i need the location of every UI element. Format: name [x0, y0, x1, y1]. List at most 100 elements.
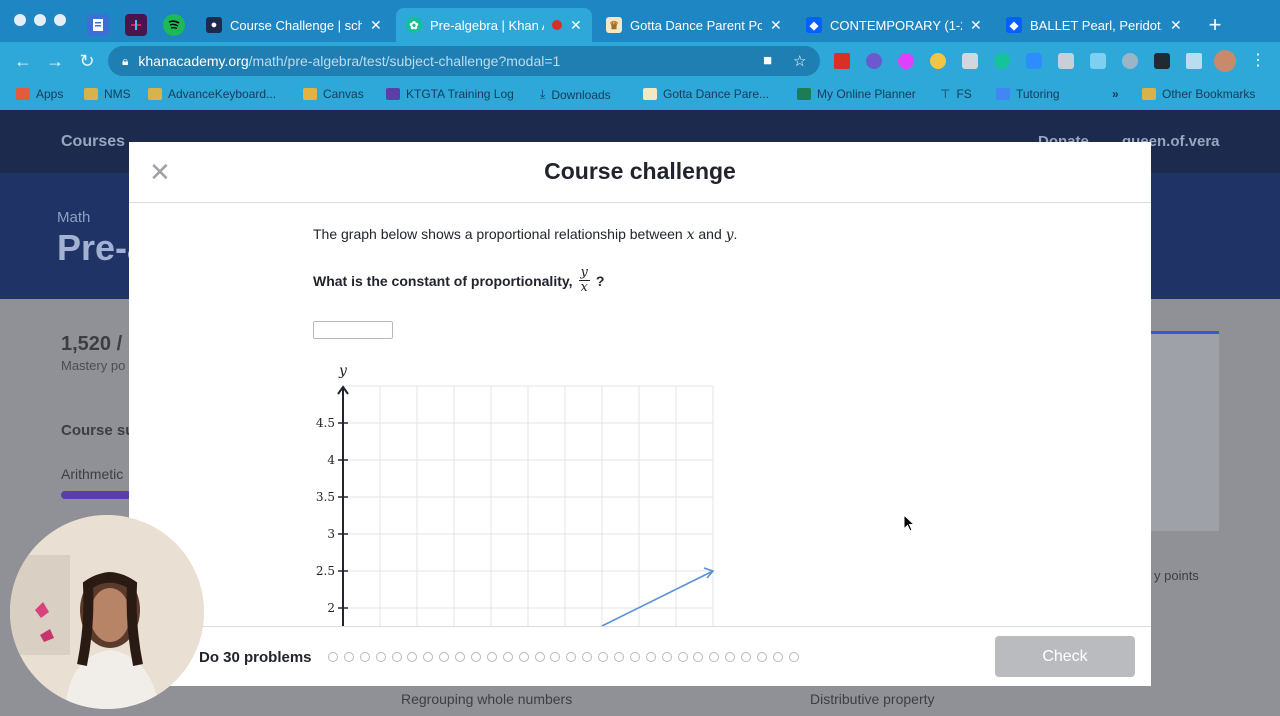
problem-progress-dot	[518, 652, 529, 662]
reading-list-icon[interactable]	[1186, 53, 1202, 69]
problem-progress-dot	[629, 652, 640, 662]
course-challenge-modal: ✕ Course challenge The graph below shows…	[129, 142, 1151, 686]
url-path: /math/pre-algebra/test/subject-challenge…	[248, 53, 561, 69]
more-bookmarks-chevron-icon[interactable]: »	[1112, 87, 1119, 101]
trophy-icon	[643, 88, 657, 100]
bookmark-other[interactable]: Other Bookmarks	[1142, 87, 1255, 101]
forward-arrow-icon[interactable]: →	[45, 51, 65, 72]
side-card	[1151, 331, 1219, 531]
address-bar[interactable]: 🔒︎ khanacademy.org/math/pre-algebra/test…	[108, 46, 820, 76]
bookmark-apps[interactable]: Apps	[16, 87, 63, 101]
extension-icon[interactable]	[1122, 53, 1138, 69]
fraction-y-over-x: y x	[578, 266, 590, 295]
tab-pre-algebra[interactable]: ✿ Pre-algebra | Khan Acad ✕	[396, 8, 592, 42]
problem-progress-dot	[328, 652, 338, 662]
bookmark-label: NMS	[104, 87, 131, 101]
ask-text: What is the constant of proportionality,	[313, 272, 573, 289]
mouse-cursor-icon	[903, 514, 916, 532]
unit-arithmetic[interactable]: Arithmetic	[61, 466, 123, 482]
problem-progress-dot	[645, 652, 656, 662]
close-tab-icon[interactable]: ✕	[370, 17, 382, 34]
check-button[interactable]: Check	[995, 636, 1135, 677]
extension-icon[interactable]	[866, 53, 882, 69]
fraction-denominator: x	[580, 280, 588, 295]
planner-icon	[797, 88, 811, 100]
bookmark-tutoring[interactable]: Tutoring	[996, 87, 1060, 101]
modal-footer: Do 30 problems Check	[129, 626, 1151, 686]
unit-distributive[interactable]: Distributive property	[810, 691, 935, 707]
tutoring-icon	[996, 88, 1010, 100]
problem-progress-dot	[534, 652, 545, 662]
bookmark-fs[interactable]: ⊤ FS	[940, 87, 972, 101]
spotify-pinned-tab-icon[interactable]	[163, 14, 185, 36]
reload-icon[interactable]: ↻	[77, 51, 97, 72]
question-prefix: The graph below shows a proportional rel…	[313, 226, 683, 242]
tab-title: Gotta Dance Parent Port	[630, 17, 762, 33]
tab-gotta-dance[interactable]: ♛ Gotta Dance Parent Port ✕	[596, 8, 792, 42]
y-tick-label: 4	[327, 453, 335, 467]
bookmarks-bar: Apps NMS AdvanceKeyboard... Canvas KTGTA…	[0, 80, 1280, 110]
close-tab-icon[interactable]: ✕	[570, 17, 582, 34]
extension-icon[interactable]	[1090, 53, 1106, 69]
problem-progress-dot	[343, 652, 354, 662]
course-summary-heading: Course su	[61, 422, 135, 439]
zoom-extension-icon[interactable]	[1026, 53, 1042, 69]
grammarly-extension-icon[interactable]	[994, 53, 1010, 69]
problem-progress-dot	[375, 652, 386, 662]
new-tab-button[interactable]: +	[1203, 14, 1227, 38]
extension-icon[interactable]	[962, 53, 978, 69]
back-arrow-icon[interactable]: ←	[13, 51, 33, 72]
canvas-icon	[303, 88, 317, 100]
docs-pinned-tab-icon[interactable]	[87, 14, 109, 36]
points-label: y points	[1154, 568, 1199, 583]
bookmark-gotta-dance[interactable]: Gotta Dance Pare...	[643, 87, 769, 101]
problem-progress-dot	[741, 652, 752, 662]
bookmark-advance-keyboard[interactable]: AdvanceKeyboard...	[148, 87, 276, 101]
bookmark-downloads[interactable]: ⤓ Downloads	[540, 87, 611, 102]
khan-academy-favicon-icon: ✿	[406, 17, 422, 33]
minimize-window-icon[interactable]	[34, 14, 46, 26]
download-icon: ⤓	[540, 87, 546, 101]
bookmark-canvas[interactable]: Canvas	[303, 87, 364, 101]
problem-progress-dot	[709, 652, 720, 662]
close-tab-icon[interactable]: ✕	[1170, 17, 1182, 34]
emoji-extension-icon[interactable]	[930, 53, 946, 69]
camera-icon[interactable]: ■	[763, 52, 772, 69]
extension-icon[interactable]	[1058, 53, 1074, 69]
dropbox-favicon-icon: ◆	[1006, 17, 1022, 33]
problem-count-label: Do 30 problems	[199, 649, 312, 666]
courses-nav[interactable]: Courses	[61, 133, 125, 151]
slack-pinned-tab-icon[interactable]	[125, 14, 147, 36]
puzzle-extensions-icon[interactable]	[1154, 53, 1170, 69]
tab-contemporary[interactable]: ◆ CONTEMPORARY (1-2-3) ✕	[796, 8, 992, 42]
bookmark-nms[interactable]: NMS	[84, 87, 131, 101]
problem-progress-dot	[455, 652, 466, 662]
ask-suffix: ?	[595, 272, 605, 289]
apps-grid-icon	[16, 88, 30, 100]
bookmark-star-icon[interactable]: ☆	[793, 52, 806, 70]
pen-extension-icon[interactable]	[834, 53, 850, 69]
variable-y: y	[725, 227, 734, 243]
y-tick-label: 2.5	[316, 564, 335, 578]
menu-dots-icon[interactable]: ⋮	[1250, 50, 1266, 70]
problem-progress-dot	[502, 652, 513, 662]
problem-progress-dot	[661, 652, 672, 662]
modal-title: Course challenge	[544, 158, 736, 184]
extension-icon[interactable]	[898, 53, 914, 69]
recording-indicator-icon	[552, 20, 562, 30]
bookmark-training-log[interactable]: KTGTA Training Log	[386, 87, 514, 101]
question-ask: What is the constant of proportionality,…	[313, 266, 604, 295]
bookmark-label: Downloads	[551, 87, 611, 102]
close-window-icon[interactable]	[14, 14, 26, 26]
profile-avatar-icon[interactable]	[1214, 50, 1236, 72]
problem-progress-dot	[391, 652, 402, 662]
close-tab-icon[interactable]: ✕	[970, 17, 982, 34]
zoom-window-icon[interactable]	[54, 14, 66, 26]
close-tab-icon[interactable]: ✕	[770, 17, 782, 34]
tab-course-challenge[interactable]: ● Course Challenge | schoo ✕	[196, 8, 392, 42]
tab-ballet[interactable]: ◆ BALLET Pearl, Peridot, O ✕	[996, 8, 1192, 42]
log-icon	[386, 88, 400, 100]
unit-regrouping[interactable]: Regrouping whole numbers	[401, 691, 572, 707]
answer-input[interactable]	[313, 321, 393, 339]
bookmark-planner[interactable]: My Online Planner	[797, 87, 916, 101]
